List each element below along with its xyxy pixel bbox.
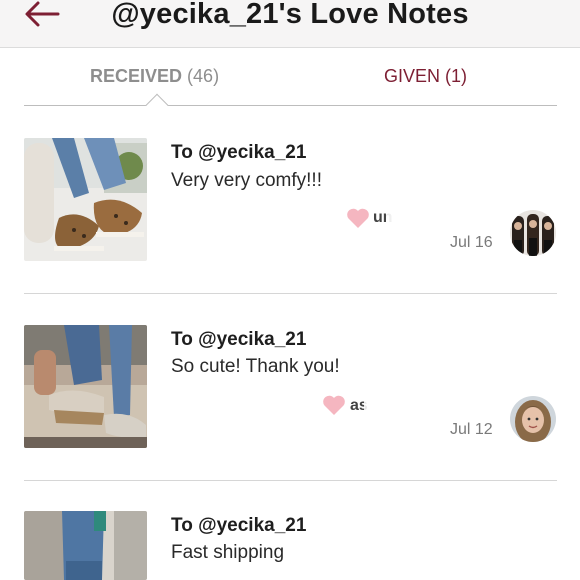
note-message: Very very comfy!!! (171, 170, 322, 191)
sender-avatar[interactable] (510, 210, 556, 256)
note-message: Fast shipping (171, 542, 285, 563)
note-date: Jul 16 (450, 234, 493, 251)
listing-photo[interactable] (24, 511, 147, 580)
tab-bar: RECEIVED (46) GIVEN (1) (24, 48, 557, 117)
tab-given-label: GIVEN (384, 66, 441, 86)
note-date: Jul 12 (450, 421, 493, 438)
tab-received-label: RECEIVED (90, 66, 183, 86)
note-message: So cute! Thank you! (171, 356, 340, 377)
tab-given-count: (1) (445, 66, 468, 86)
tab-received[interactable]: RECEIVED (46) (90, 66, 219, 87)
heart-icon (323, 395, 345, 415)
note-recipient: To @yecika_21 (171, 142, 307, 163)
active-tab-indicator (145, 93, 169, 117)
heart-icon (347, 208, 369, 228)
divider (24, 293, 557, 294)
tab-given[interactable]: GIVEN (1) (384, 66, 467, 87)
listing-photo[interactable] (24, 138, 147, 261)
note-recipient: To @yecika_21 (171, 329, 307, 350)
redaction-blur (364, 380, 504, 426)
note-recipient: To @yecika_21 (171, 515, 307, 536)
top-bar: @yecika_21's Love Notes (0, 0, 580, 48)
divider (24, 480, 557, 481)
page-title: @yecika_21's Love Notes (111, 0, 469, 30)
sender-avatar[interactable] (510, 396, 556, 442)
tab-received-count: (46) (187, 66, 220, 86)
listing-photo[interactable] (24, 325, 147, 448)
